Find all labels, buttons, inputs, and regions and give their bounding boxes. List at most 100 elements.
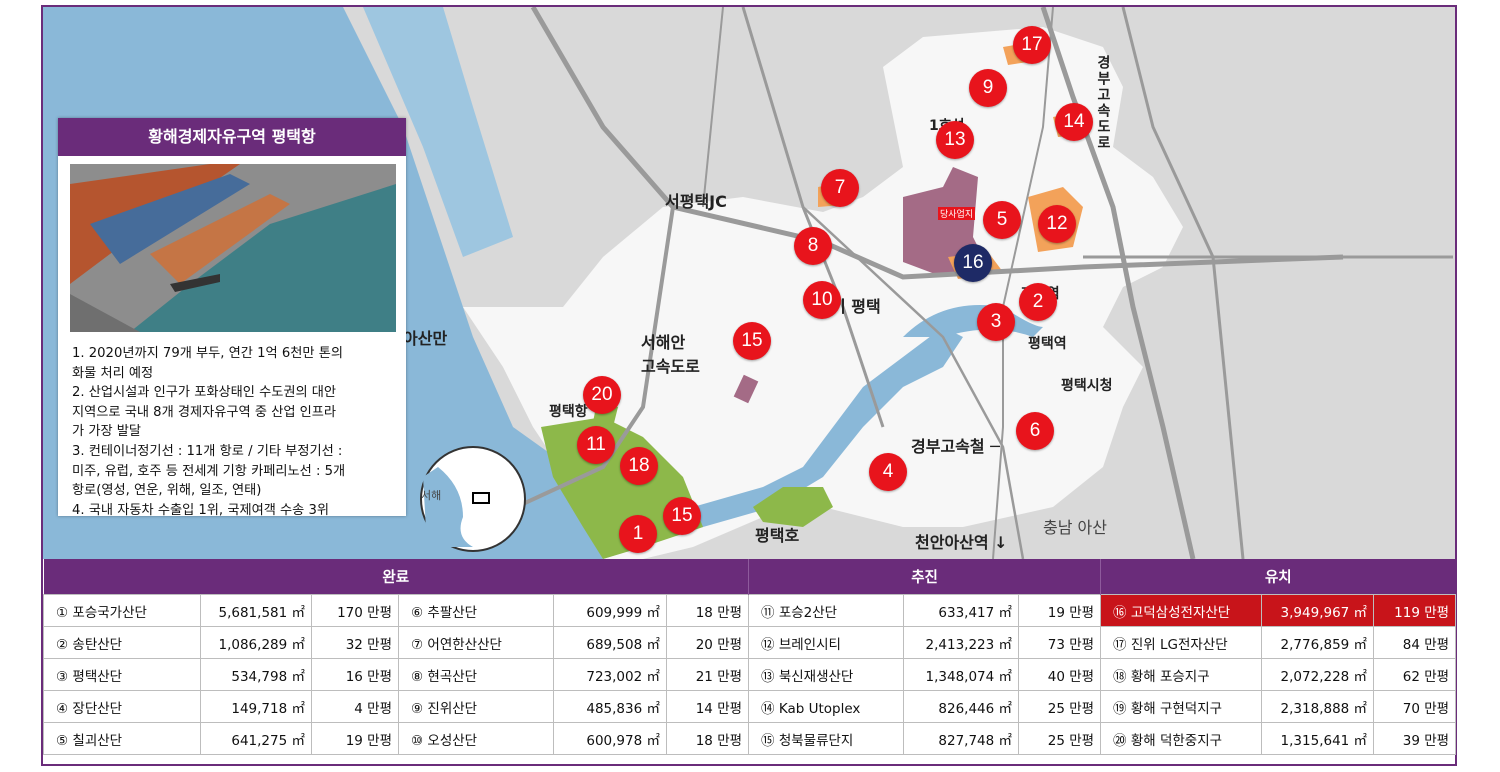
pyeong-cell: 119 만평 — [1373, 594, 1457, 627]
table-row: ⑤ 칠괴산단 641,275 ㎡ 19 만평 ⑩ 오성산단 600,978 ㎡ 18 만평… — [43, 722, 1457, 755]
complex-name-cell: ⑬ 북신재생산단 — [748, 658, 905, 691]
label-pyeongtaek-station: 평택역 — [1028, 336, 1067, 352]
complex-name-cell: ⑤ 칠괴산단 — [43, 722, 201, 755]
port-info-line: 4. 국내 자동차 수출입 1위, 국제여객 수송 3위 — [72, 502, 330, 518]
area-cell: 485,836 ㎡ — [553, 690, 667, 723]
area-cell: 1,348,074 ㎡ — [903, 658, 1020, 691]
marker-7[interactable]: 7 — [821, 169, 859, 207]
label-chungnam-asan: 충남 아산 — [1043, 518, 1107, 537]
pyeong-cell: 32 만평 — [311, 626, 399, 659]
marker-15-north[interactable]: 15 — [733, 322, 771, 360]
table-body: ① 포승국가산단 5,681,581 ㎡ 170 만평 ⑥ 추팔산단 609,999 ㎡… — [43, 594, 1457, 755]
area-cell: 149,718 ㎡ — [200, 690, 312, 723]
label-gyeongbu-expressway: 경부고속도로 — [1095, 55, 1111, 151]
complex-name-cell: ⑨ 진위산단 — [398, 690, 554, 723]
complex-name-cell: ⑭ Kab Utoplex — [748, 690, 905, 723]
port-photo — [70, 164, 396, 332]
pyeong-cell: 18 만평 — [665, 722, 750, 755]
complex-name-cell: ⑩ 오성산단 — [398, 722, 554, 755]
complex-name-cell: ② 송탄산단 — [43, 626, 201, 659]
complex-name-cell: ⑦ 어연한산산단 — [398, 626, 554, 659]
marker-5[interactable]: 5 — [983, 201, 1021, 239]
pyeong-cell: 73 만평 — [1018, 626, 1102, 659]
area-cell: 5,681,581 ㎡ — [200, 594, 312, 627]
port-info-line: 미주, 유럽, 호주 등 전세계 기항 카페리노선 : 5개 — [72, 463, 346, 479]
marker-6[interactable]: 6 — [1016, 412, 1054, 450]
pyeong-cell: 25 만평 — [1018, 690, 1102, 723]
label-west-coast-highway-2: 고속도로 — [641, 357, 700, 376]
port-info-line: 가 가장 발달 — [72, 424, 142, 440]
area-cell: 827,748 ㎡ — [903, 722, 1020, 755]
area-cell: 1,315,641 ㎡ — [1261, 722, 1375, 755]
port-info-lines: 1. 2020년까지 79개 부두, 연간 1억 6천만 톤의 화물 처리 예정… — [72, 344, 402, 520]
label-pyeongtaek-lake: 평택호 — [755, 526, 800, 545]
complex-name-cell: ① 포승국가산단 — [43, 594, 201, 627]
pyeong-cell: 19 만평 — [311, 722, 399, 755]
area-cell: 723,002 ㎡ — [553, 658, 667, 691]
area-cell: 633,417 ㎡ — [903, 594, 1020, 627]
area-cell: 2,318,888 ㎡ — [1261, 690, 1375, 723]
marker-3[interactable]: 3 — [977, 303, 1015, 341]
complex-name-cell: ⑮ 청북물류단지 — [748, 722, 905, 755]
label-cheonan-asan-station: 천안아산역 ↓ — [915, 533, 1008, 552]
marker-17[interactable]: 17 — [1013, 26, 1051, 64]
area-cell: 609,999 ㎡ — [553, 594, 667, 627]
complex-name-cell: ⑯ 고덕삼성전자산단 — [1100, 594, 1263, 627]
marker-2[interactable]: 2 — [1019, 283, 1057, 321]
pyeong-cell: 19 만평 — [1018, 594, 1102, 627]
area-cell: 641,275 ㎡ — [200, 722, 312, 755]
complex-name-cell: ⑫ 브레인시티 — [748, 626, 905, 659]
area-cell: 689,508 ㎡ — [553, 626, 667, 659]
port-info-line: 2. 산업시설과 인구가 포화상태인 수도권의 대안 — [72, 385, 337, 401]
marker-13[interactable]: 13 — [936, 121, 974, 159]
marker-1[interactable]: 1 — [619, 515, 657, 553]
complex-name-cell: ⑲ 황해 구현덕지구 — [1100, 690, 1263, 723]
area-cell: 2,413,223 ㎡ — [903, 626, 1020, 659]
pyeong-cell: 18 만평 — [665, 594, 750, 627]
pyeong-cell: 20 만평 — [665, 626, 750, 659]
port-info-line: 3. 컨테이너정기선 : 11개 항로 / 기타 부정기선 : — [72, 443, 343, 459]
marker-8[interactable]: 8 — [794, 227, 832, 265]
pyeong-cell: 14 만평 — [665, 690, 750, 723]
marker-9[interactable]: 9 — [969, 69, 1007, 107]
industrial-complex-table: 완료 추진 유치 ① 포승국가산단 5,681,581 ㎡ 170 만평 ⑥ 추팔산단… — [43, 559, 1457, 764]
area-cell: 3,949,967 ㎡ — [1261, 594, 1375, 627]
marker-11[interactable]: 11 — [577, 426, 615, 464]
complex-name-cell: ⑧ 현곡산단 — [398, 658, 554, 691]
label-asan-bay: 아산만 — [403, 329, 448, 348]
complex-name-cell: ③ 평택산단 — [43, 658, 201, 691]
table-row: ③ 평택산단 534,798 ㎡ 16 만평 ⑧ 현곡산단 723,002 ㎡ 21 만평… — [43, 658, 1457, 691]
complex-name-cell: ⑳ 황해 덕한중지구 — [1100, 722, 1263, 755]
table-row: ② 송탄산단 1,086,289 ㎡ 32 만평 ⑦ 어연한산산단 689,508 ㎡ 2… — [43, 626, 1457, 659]
marker-16[interactable]: 16 — [954, 244, 992, 282]
pyeong-cell: 4 만평 — [311, 690, 399, 723]
port-info-line: 항로(영성, 연운, 위해, 일조, 연태) — [72, 483, 262, 499]
area-cell: 600,978 ㎡ — [553, 722, 667, 755]
pyeong-cell: 25 만평 — [1018, 722, 1102, 755]
map-area: 서평택JC 아산만 서해안 고속도로 평택항 평택호 지제역 평택역 평택시청 … — [43, 7, 1455, 559]
area-cell: 2,776,859 ㎡ — [1261, 626, 1375, 659]
pyeong-cell: 40 만평 — [1018, 658, 1102, 691]
marker-18[interactable]: 18 — [620, 447, 658, 485]
port-info-line: 지역으로 국내 8개 경제자유구역 중 산업 인프라 — [72, 404, 337, 420]
table-row: ④ 장단산단 149,718 ㎡ 4 만평 ⑨ 진위산단 485,836 ㎡ 14 만평 ⑭… — [43, 690, 1457, 723]
marker-4[interactable]: 4 — [869, 453, 907, 491]
marker-12[interactable]: 12 — [1038, 205, 1076, 243]
label-gyeongbu-ktx: 경부고속철 ─ — [911, 437, 1000, 456]
label-seo-pyeongtaek-jc: 서평택JC — [665, 192, 727, 211]
pyeong-cell: 170 만평 — [311, 594, 399, 627]
label-west-sea: 서해 — [421, 489, 442, 502]
complex-name-cell: ⑱ 황해 포승지구 — [1100, 658, 1263, 691]
pyeong-cell: 39 만평 — [1373, 722, 1457, 755]
complex-name-cell: ⑪ 포승2산단 — [748, 594, 905, 627]
marker-15-south[interactable]: 15 — [663, 497, 701, 535]
area-cell: 1,086,289 ㎡ — [200, 626, 312, 659]
port-info-title: 황해경제자유구역 평택항 — [58, 118, 406, 156]
pyeong-cell: 70 만평 — [1373, 690, 1457, 723]
marker-10[interactable]: 10 — [803, 281, 841, 319]
port-info-line: 화물 처리 예정 — [72, 365, 154, 381]
area-cell: 826,446 ㎡ — [903, 690, 1020, 723]
marker-14[interactable]: 14 — [1055, 103, 1093, 141]
marker-20[interactable]: 20 — [583, 376, 621, 414]
pyeong-cell: 21 만평 — [665, 658, 750, 691]
